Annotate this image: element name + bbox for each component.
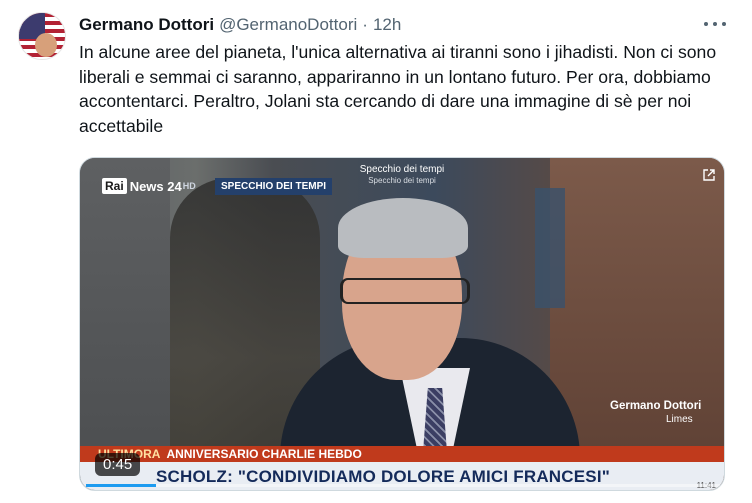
- video-player[interactable]: Rai News 24 HD SPECCHIO DEI TEMPI Specch…: [79, 157, 725, 491]
- share-icon[interactable]: [702, 168, 716, 182]
- tweet-header: Germano Dottori @GermanoDottori · 12h: [79, 15, 401, 35]
- background-panel: [535, 188, 565, 308]
- guest-hair: [338, 198, 468, 258]
- background-figure: [80, 158, 170, 490]
- separator-dot: ·: [362, 15, 368, 34]
- program-title: Specchio dei tempi: [359, 164, 445, 175]
- video-timer: 0:45: [95, 453, 141, 476]
- breaking-ticker: ULTIMORA ANNIVERSARIO CHARLIE HEBDO: [80, 446, 724, 462]
- program-subtitle: Specchio dei tempi: [368, 176, 436, 185]
- more-icon[interactable]: [704, 16, 726, 32]
- guest-name: Germano Dottori: [610, 400, 702, 412]
- more-icon-dot: [713, 22, 717, 26]
- more-icon-dot: [722, 22, 726, 26]
- avatar[interactable]: [18, 12, 66, 60]
- tweet-timestamp[interactable]: 12h: [373, 15, 401, 35]
- video-progress-fill: [86, 484, 156, 487]
- avatar-face: [35, 33, 57, 57]
- author-handle[interactable]: @GermanoDottori: [219, 15, 357, 35]
- author-name[interactable]: Germano Dottori: [79, 15, 214, 35]
- guest-organization: Limes: [666, 414, 693, 425]
- video-progress-bar[interactable]: [86, 484, 720, 487]
- more-icon-dot: [704, 22, 708, 26]
- tweet-text: In alcune aree del pianeta, l'unica alte…: [79, 42, 717, 136]
- guest-glasses: [340, 278, 470, 304]
- ticker-headline: ANNIVERSARIO CHARLIE HEBDO: [166, 447, 362, 461]
